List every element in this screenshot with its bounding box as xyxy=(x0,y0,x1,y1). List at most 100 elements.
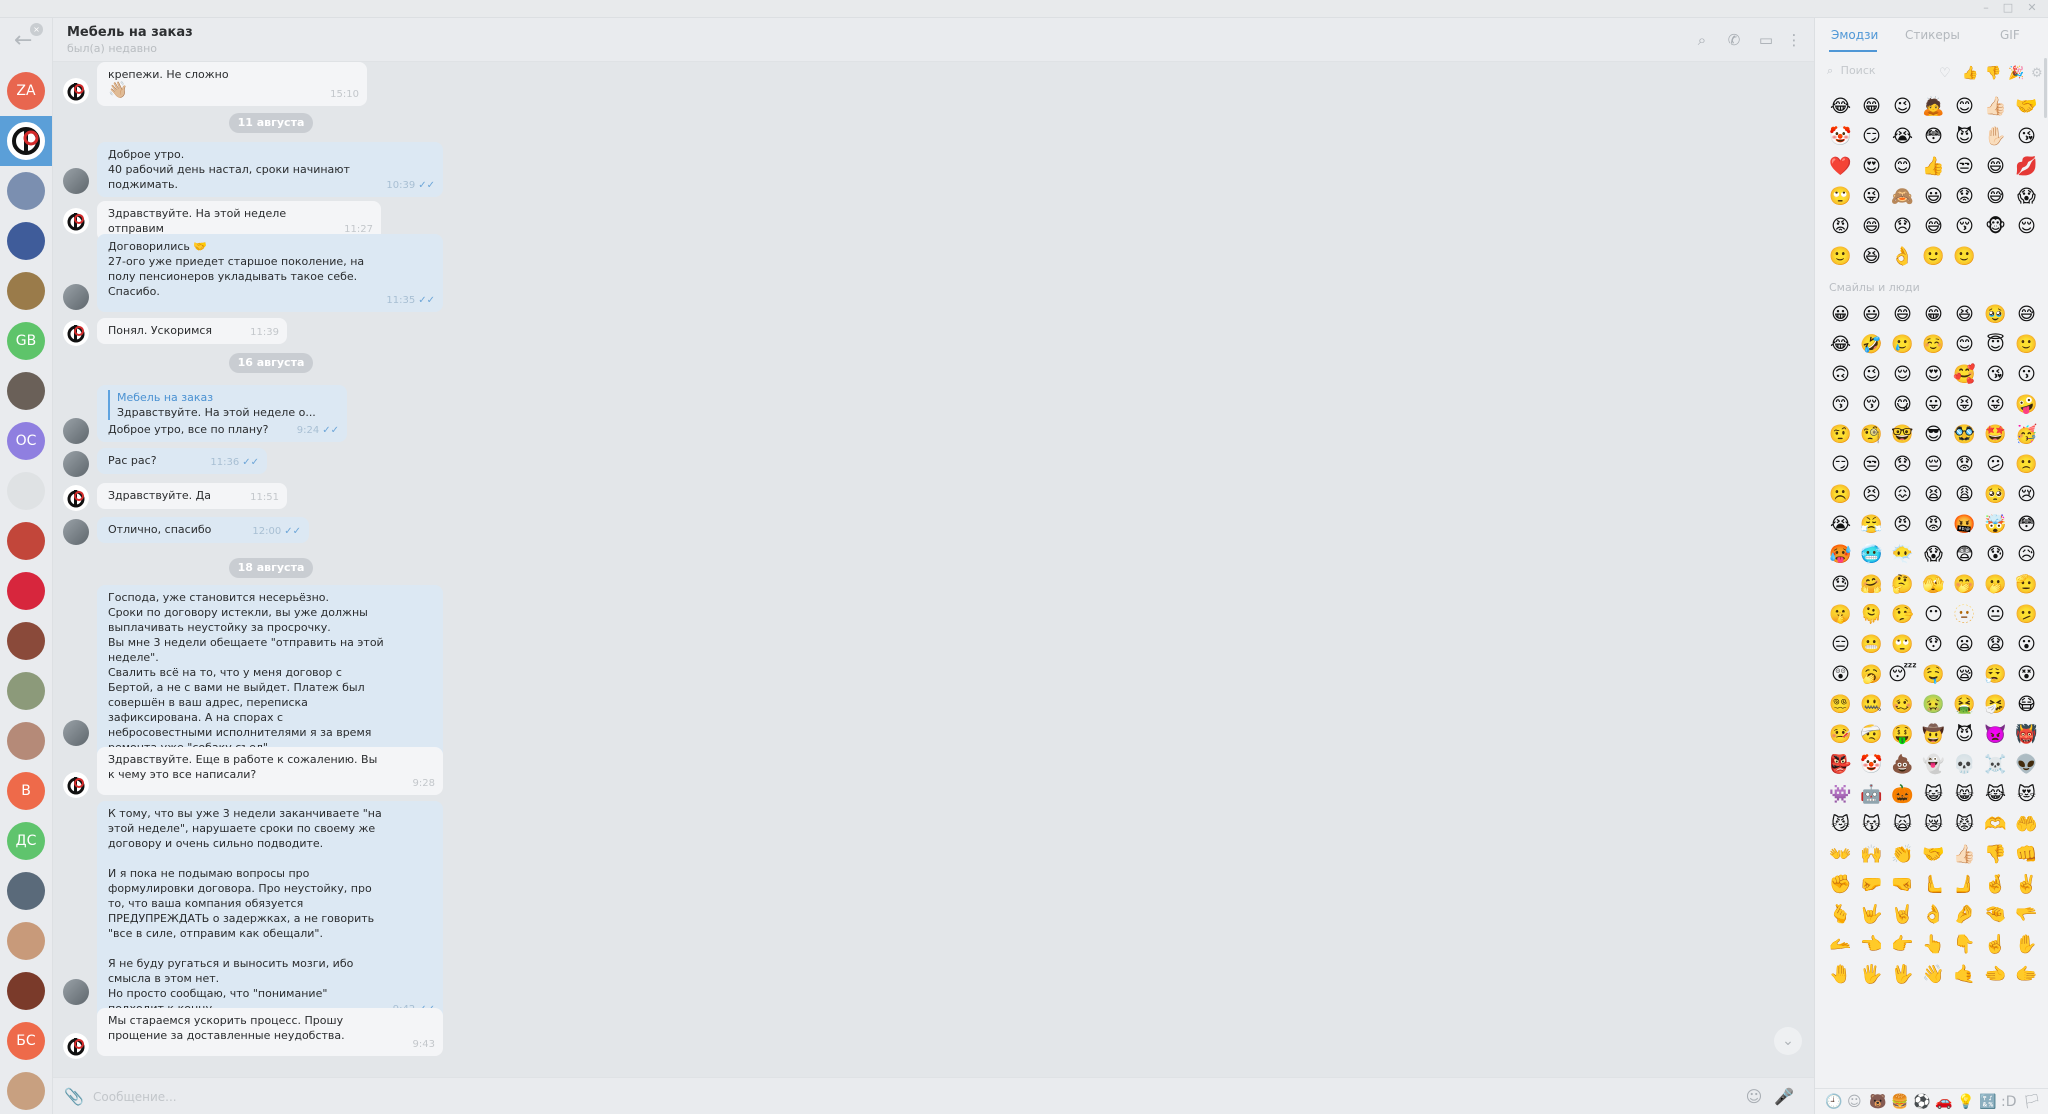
message-area[interactable]: 11 августа 16 августа 18 августа крепежи… xyxy=(53,62,1814,1077)
tab-emoji[interactable]: Эмодзи xyxy=(1831,28,1878,42)
more-icon[interactable]: ⋮ xyxy=(1785,31,1803,49)
emoji-item[interactable]: ☺️ xyxy=(1918,330,1949,360)
emoji-item[interactable]: 😈 xyxy=(1949,122,1980,152)
emoji-item[interactable]: 👉 xyxy=(1887,930,1918,960)
emoji-item[interactable]: 😢 xyxy=(2011,480,2042,510)
emoji-item[interactable]: 😍 xyxy=(1918,360,1949,390)
emoji-item[interactable]: 🫸 xyxy=(1949,870,1980,900)
emoji-item[interactable]: 👾 xyxy=(1825,780,1856,810)
emoji-item[interactable]: 🫣 xyxy=(1918,570,1949,600)
emoji-item[interactable]: 🤩 xyxy=(1980,420,2011,450)
minimize-button[interactable]: – xyxy=(1976,1,1996,14)
sidebar-chat-bs[interactable]: БС xyxy=(0,1016,52,1066)
emoji-item[interactable]: 😂 xyxy=(1825,92,1856,122)
emoji-item[interactable]: 🤢 xyxy=(1918,690,1949,720)
contact-avatar[interactable] xyxy=(63,320,89,346)
emoji-item[interactable]: 😦 xyxy=(1949,630,1980,660)
emoji-item[interactable]: 😴 xyxy=(1887,660,1918,690)
emoji-item[interactable]: 😘 xyxy=(1980,360,2011,390)
emoji-item[interactable]: 👍 xyxy=(1918,152,1949,182)
emoji-item[interactable]: 😌 xyxy=(1887,360,1918,390)
sidebar-toggle-icon[interactable]: ▭ xyxy=(1757,31,1775,49)
sidebar-chat-12[interactable] xyxy=(0,616,52,666)
emoji-item[interactable]: 😵 xyxy=(2011,660,2042,690)
sidebar-chat-5[interactable] xyxy=(0,266,52,316)
incoming-message[interactable]: крепежи. Не сложно 👋🏼 15:10 xyxy=(97,62,367,106)
sidebar-chat-3[interactable] xyxy=(0,166,52,216)
emoji-item[interactable]: 🙁 xyxy=(2011,450,2042,480)
emoji-item[interactable]: 😹 xyxy=(1980,780,2011,810)
emoji-item[interactable]: ❤️ xyxy=(1825,152,1856,182)
emoji-item[interactable]: 😜 xyxy=(1980,390,2011,420)
emoji-item[interactable]: 🫴 xyxy=(1825,930,1856,960)
emoji-item[interactable]: 😭 xyxy=(1887,122,1918,152)
emoji-item[interactable]: 🙄 xyxy=(1825,182,1856,212)
emoji-item[interactable]: 🫱 xyxy=(2011,960,2042,990)
my-avatar[interactable] xyxy=(63,451,89,477)
emoji-item[interactable]: 🙂 xyxy=(1825,242,1856,272)
settings-category-icon[interactable]: ⚙ xyxy=(2031,66,2043,81)
emoji-item[interactable]: 🙂 xyxy=(1918,242,1949,272)
my-avatar[interactable] xyxy=(63,519,89,545)
emoji-item[interactable]: 🐵 xyxy=(1980,212,2011,242)
emoji-item[interactable]: 👆 xyxy=(1918,930,1949,960)
emoji-item[interactable]: 👿 xyxy=(1980,720,2011,750)
sidebar-chat-7[interactable] xyxy=(0,366,52,416)
emoji-item[interactable]: 😬 xyxy=(1856,630,1887,660)
emoji-item[interactable]: 😞 xyxy=(1887,450,1918,480)
emoji-item[interactable]: 🤮 xyxy=(1949,690,1980,720)
emoji-item[interactable]: 😍 xyxy=(1856,152,1887,182)
emoji-item[interactable]: 😌 xyxy=(2011,212,2042,242)
emoji-item[interactable]: 👹 xyxy=(2011,720,2042,750)
maximize-button[interactable]: □ xyxy=(1998,1,2018,14)
emoji-item[interactable]: 😧 xyxy=(1980,630,2011,660)
text-emoji-icon[interactable]: :D xyxy=(2001,1094,2017,1110)
tab-stickers[interactable]: Стикеры xyxy=(1905,28,1960,42)
emoji-item[interactable]: 🫶 xyxy=(1980,810,2011,840)
sidebar-chat-9[interactable] xyxy=(0,466,52,516)
emoji-item[interactable]: 😊 xyxy=(1887,152,1918,182)
emoji-item[interactable]: 😁 xyxy=(1918,300,1949,330)
emoji-item[interactable]: 🥹 xyxy=(1980,300,2011,330)
emoji-item[interactable]: 😉 xyxy=(1887,92,1918,122)
emoji-item[interactable]: 🥺 xyxy=(1980,480,2011,510)
emoji-item[interactable]: 🤔 xyxy=(1887,570,1918,600)
emoji-item[interactable]: 🙌 xyxy=(1856,840,1887,870)
back-button[interactable]: ← × xyxy=(14,23,43,53)
emoji-item[interactable]: 😆 xyxy=(1949,300,1980,330)
incoming-message[interactable]: Здравствуйте. Да 11:51 xyxy=(97,483,287,509)
emoji-item[interactable]: 🤟 xyxy=(1856,900,1887,930)
emoji-item[interactable]: 🫠 xyxy=(1856,600,1887,630)
emoji-item[interactable]: 😐 xyxy=(1980,600,2011,630)
emoji-icon[interactable]: ☺ xyxy=(1743,1086,1765,1108)
outgoing-message[interactable]: Рас рас? 11:36 ✓✓ xyxy=(97,448,267,474)
emoji-item[interactable]: 👻 xyxy=(1918,750,1949,780)
emoji-item[interactable]: 👺 xyxy=(1825,750,1856,780)
emoji-item[interactable]: 😾 xyxy=(1949,810,1980,840)
heart-category-icon[interactable]: ♡ xyxy=(1939,66,1951,81)
emoji-item[interactable]: 😒 xyxy=(1856,450,1887,480)
emoji-item[interactable]: 👎 xyxy=(1980,840,2011,870)
emoji-item[interactable]: 😑 xyxy=(1825,630,1856,660)
travel-icon[interactable]: 🚗 xyxy=(1935,1094,1952,1110)
object-icon[interactable]: 💡 xyxy=(1957,1094,1974,1110)
emoji-item[interactable]: 🤞 xyxy=(1980,870,2011,900)
emoji-item[interactable]: 😉 xyxy=(1856,360,1887,390)
my-avatar[interactable] xyxy=(63,418,89,444)
emoji-item[interactable]: 🥸 xyxy=(1949,420,1980,450)
emoji-item[interactable]: 🫰 xyxy=(1825,900,1856,930)
search-icon[interactable]: ⌕ xyxy=(1693,31,1711,49)
emoji-item[interactable]: 🙂 xyxy=(2011,330,2042,360)
emoji-item[interactable]: 🤥 xyxy=(1887,600,1918,630)
emoji-item[interactable]: 🤝 xyxy=(2011,92,2042,122)
emoji-item[interactable]: 😅 xyxy=(1980,182,2011,212)
emoji-item[interactable]: 🧐 xyxy=(1856,420,1887,450)
my-avatar[interactable] xyxy=(63,284,89,310)
emoji-item[interactable]: 👌 xyxy=(1918,900,1949,930)
attach-icon[interactable]: 📎 xyxy=(63,1086,85,1108)
emoji-item[interactable]: 🫲 xyxy=(1980,960,2011,990)
emoji-item[interactable]: 👈 xyxy=(1856,930,1887,960)
emoji-item[interactable]: 😰 xyxy=(1980,540,2011,570)
emoji-item[interactable]: 🤑 xyxy=(1887,720,1918,750)
emoji-item[interactable]: 👊 xyxy=(2011,840,2042,870)
